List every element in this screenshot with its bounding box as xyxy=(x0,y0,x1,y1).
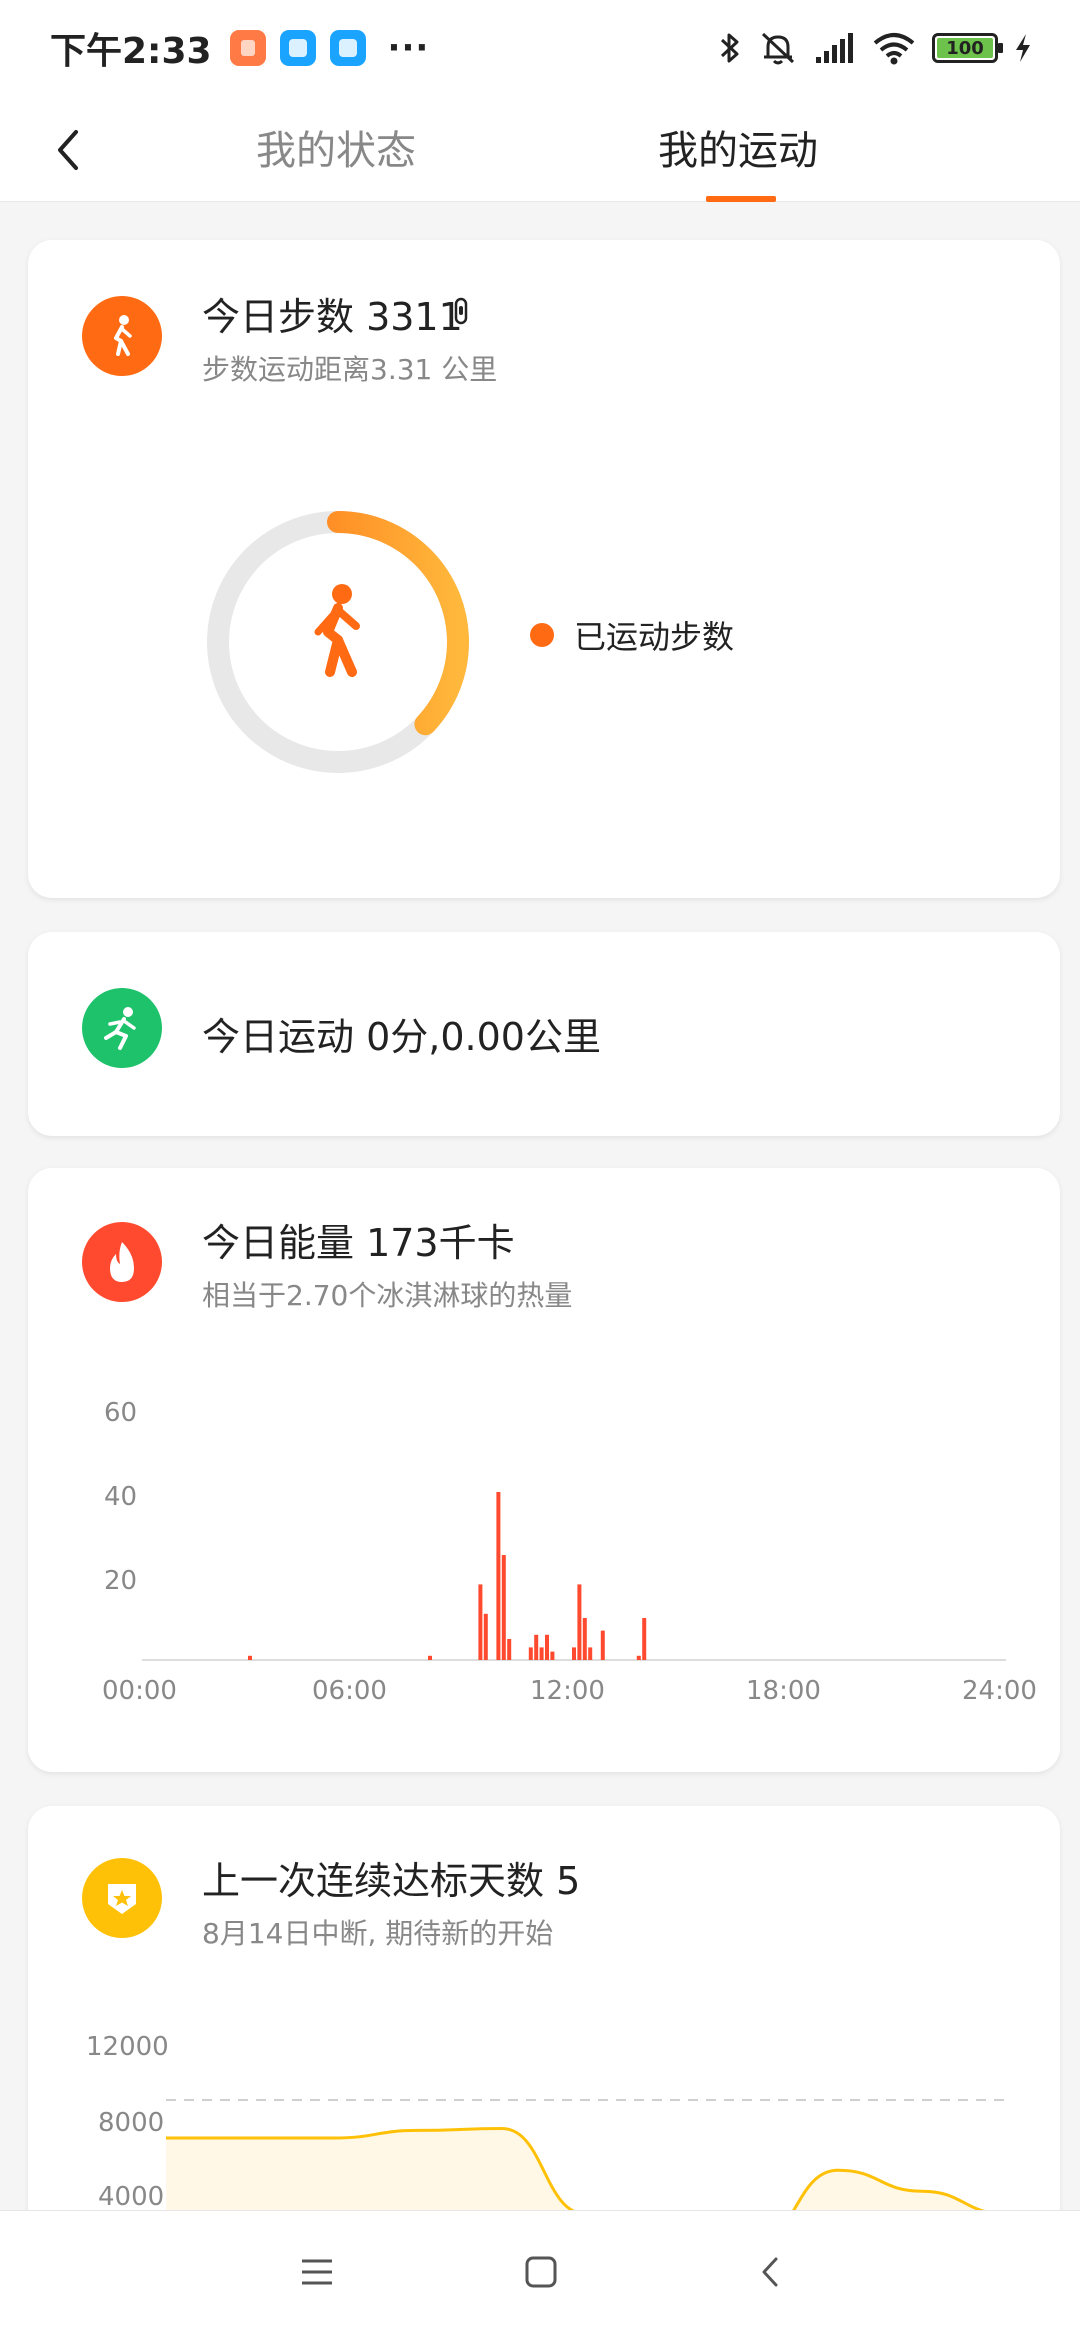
message-app-notification-icon-2 xyxy=(329,30,366,66)
status-icons: 100 xyxy=(718,29,1032,67)
home-icon[interactable] xyxy=(524,2255,558,2289)
more-notifications-icon: ··· xyxy=(387,28,430,68)
status-time: 下午2:33 xyxy=(50,31,212,72)
steps-subtitle: 步数运动距离3.31 公里 xyxy=(202,353,498,386)
energy-bar xyxy=(600,1630,605,1660)
energy-bar xyxy=(534,1634,539,1660)
signal-icon xyxy=(816,33,853,63)
x-tick-0000: 00:00 xyxy=(102,1676,177,1706)
tab-my-sport[interactable]: 我的运动 xyxy=(658,118,818,176)
bluetooth-icon xyxy=(720,33,739,63)
x-tick-2400: 24:00 xyxy=(962,1676,1037,1706)
wifi-icon xyxy=(873,33,915,65)
energy-card[interactable]: 今日能量 173千卡 相当于2.70个冰淇淋球的热量 60 40 20 00:0… xyxy=(28,1168,1060,1772)
back-arrow-icon[interactable] xyxy=(40,120,100,180)
running-icon xyxy=(82,988,162,1068)
energy-bar xyxy=(428,1655,432,1660)
energy-bar xyxy=(483,1613,488,1660)
energy-bar xyxy=(582,1618,587,1660)
top-nav: 我的状态 我的运动 xyxy=(0,96,1080,202)
workout-title: 今日运动 0分,0.00公里 xyxy=(202,1015,601,1059)
legend-label: 已运动步数 xyxy=(574,618,735,656)
steps-title: 今日步数 3311 xyxy=(202,295,463,339)
energy-bar xyxy=(577,1584,582,1660)
back-icon[interactable] xyxy=(754,2255,788,2289)
steps-legend: 已运动步数 xyxy=(530,612,734,658)
walking-icon xyxy=(82,296,162,376)
energy-bar xyxy=(501,1555,506,1660)
tab-my-status[interactable]: 我的状态 xyxy=(256,118,416,176)
status-bar: 下午2:33 ··· 100 xyxy=(0,0,1080,96)
legend-dot xyxy=(530,623,554,647)
x-tick-1200: 12:00 xyxy=(530,1676,605,1706)
steps-card[interactable]: 今日步数 3311 步数运动距离3.31 公里 已运动步数 xyxy=(28,240,1060,898)
streak-area-chart xyxy=(166,2099,1007,2266)
energy-bar xyxy=(496,1492,501,1660)
band-device-icon xyxy=(454,297,468,325)
shop-app-notification-icon xyxy=(229,30,266,66)
energy-bar xyxy=(642,1618,647,1660)
energy-bar xyxy=(507,1639,512,1660)
menu-icon[interactable] xyxy=(300,2255,334,2289)
x-tick-1800: 18:00 xyxy=(746,1676,821,1706)
energy-bar xyxy=(539,1647,544,1660)
energy-bar xyxy=(248,1655,252,1660)
energy-bar xyxy=(528,1647,533,1660)
active-tab-indicator xyxy=(706,196,776,202)
steps-progress-ring xyxy=(207,511,469,773)
battery-icon: 100 xyxy=(932,33,1003,63)
system-nav-bar xyxy=(0,2210,1080,2340)
energy-bar xyxy=(588,1647,593,1660)
energy-bar xyxy=(572,1647,576,1660)
energy-bar xyxy=(478,1584,483,1660)
energy-bar xyxy=(550,1651,555,1660)
x-tick-0600: 06:00 xyxy=(312,1676,387,1706)
streak-card[interactable]: 上一次连续达标天数 5 8月14日中断, 期待新的开始 12000 8000 4… xyxy=(28,1806,1060,2266)
battery-level: 100 xyxy=(937,38,993,59)
mute-icon xyxy=(761,32,795,65)
charging-icon xyxy=(1016,34,1030,62)
workout-card[interactable]: 今日运动 0分,0.00公里 xyxy=(28,932,1060,1136)
message-app-notification-icon xyxy=(279,30,316,66)
energy-bar xyxy=(545,1634,549,1660)
energy-bar xyxy=(636,1655,641,1660)
walking-figure-icon xyxy=(314,584,360,677)
